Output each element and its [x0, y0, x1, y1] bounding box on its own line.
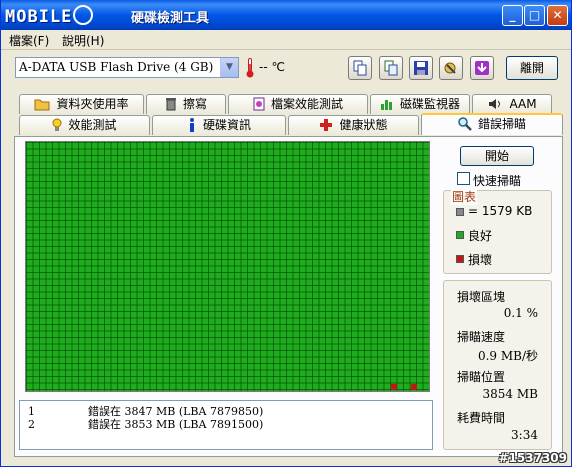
scan-position-label: 掃瞄位置 [457, 370, 506, 384]
tab-health[interactable]: 健康狀態 [288, 115, 419, 135]
lightbulb-icon [52, 118, 62, 138]
health-cross-icon [319, 118, 333, 138]
bad-block [410, 383, 417, 390]
file-benchmark-icon [253, 97, 265, 117]
start-button[interactable]: 開始 [460, 146, 534, 166]
download-button[interactable] [470, 56, 494, 80]
log-row: 2 錯誤在 3853 MB (LBA 7891500) [28, 418, 264, 431]
bar-chart-icon [380, 97, 394, 117]
elapsed-time-label: 耗費時間 [457, 411, 506, 425]
folder-icon [34, 97, 50, 117]
options-icon [444, 62, 456, 74]
magnifier-icon [458, 117, 472, 137]
trash-icon [165, 97, 177, 117]
scan-block-map [25, 141, 430, 392]
info-icon [187, 118, 197, 138]
drive-select-value: A-DATA USB Flash Drive (4 GB) [19, 60, 214, 74]
app-logo: MOBILE [5, 5, 94, 27]
scan-speed-label: 掃瞄速度 [457, 330, 506, 344]
drive-select[interactable]: A-DATA USB Flash Drive (4 GB) ▼ [15, 57, 239, 78]
copy-alt-icon [384, 60, 398, 76]
tab-error-scan[interactable]: 錯誤掃瞄 [421, 113, 563, 135]
tab-benchmark[interactable]: 效能測試 [19, 115, 150, 135]
damaged-label: 損壞區塊 [457, 290, 506, 304]
watermark: #1537309 [498, 451, 567, 465]
minimize-button[interactable]: _ [502, 5, 523, 26]
quick-scan-label[interactable]: 快速掃瞄 [473, 172, 521, 189]
bad-block [391, 383, 397, 390]
options-button[interactable] [439, 56, 463, 80]
tab-aam[interactable]: AAM [472, 94, 552, 114]
window-title: 硬碟檢測工具 [131, 11, 210, 26]
scan-speed-value: 0.9 MB/秒 [477, 349, 538, 363]
copy-button[interactable] [348, 56, 372, 80]
bad-swatch [456, 255, 464, 263]
legend-title: 圖表 [451, 188, 478, 205]
scan-grid [26, 142, 429, 391]
chevron-down-icon[interactable]: ▼ [220, 58, 238, 77]
download-icon [475, 61, 489, 75]
quick-scan-checkbox[interactable] [457, 172, 470, 185]
title-bar[interactable]: MOBILE 硬碟檢測工具 _ □ ✕ [1, 0, 571, 30]
copy-icon [353, 60, 367, 76]
menu-file[interactable]: 檔案(F) [9, 32, 49, 49]
legend-block-size: = 1579 KB [468, 204, 533, 218]
app-window: MOBILE 硬碟檢測工具 _ □ ✕ 檔案(F) 說明(H) A-DATA U… [0, 0, 572, 467]
legend-good: 良好 [468, 229, 493, 243]
thermometer-icon [246, 58, 254, 78]
tab-info[interactable]: 硬碟資訊 [152, 115, 286, 135]
copy-alt-button[interactable] [379, 56, 403, 80]
exit-button[interactable]: 離開 [506, 56, 558, 80]
tab-file-benchmark[interactable]: 檔案效能測試 [228, 94, 368, 114]
menu-help[interactable]: 說明(H) [62, 32, 104, 49]
good-swatch [456, 231, 464, 239]
elapsed-time-value: 3:34 [511, 428, 538, 442]
tab-erase[interactable]: 擦寫 [146, 94, 226, 114]
save-button[interactable] [409, 56, 433, 80]
damaged-value: 0.1 % [503, 306, 538, 320]
legend-bad: 損壞 [468, 253, 493, 267]
error-log[interactable]: 1 錯誤在 3847 MB (LBA 7879850) 2 錯誤在 3853 MB … [19, 400, 433, 450]
temperature-readout: -- ℃ [259, 60, 285, 74]
block-size-swatch [456, 208, 464, 216]
tab-folder-usage[interactable]: 資料夾使用率 [19, 94, 144, 114]
save-icon [414, 61, 428, 75]
menu-bar: 檔案(F) 說明(H) [1, 30, 571, 50]
close-button[interactable]: ✕ [547, 5, 568, 26]
scan-position-value: 3854 MB [482, 387, 538, 401]
tab-disk-monitor[interactable]: 磁碟監視器 [370, 94, 470, 114]
maximize-button[interactable]: □ [524, 5, 545, 26]
